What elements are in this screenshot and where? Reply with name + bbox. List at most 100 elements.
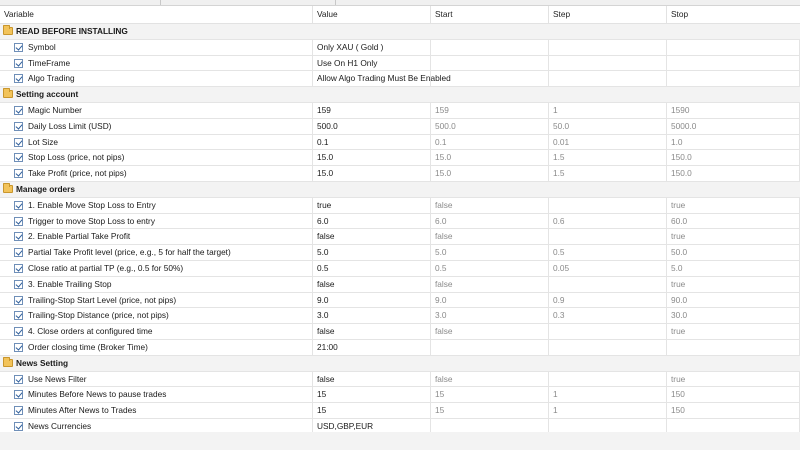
stop-cell[interactable]: 5000.0 [667,118,800,134]
checkbox-checked-icon[interactable] [14,105,23,115]
step-cell[interactable]: 0.05 [549,260,667,276]
stop-cell[interactable]: true [667,324,800,340]
step-cell[interactable] [549,197,667,213]
group-row[interactable]: Setting account [0,87,800,103]
checkbox-checked-icon[interactable] [14,74,23,84]
stop-cell[interactable]: 50.0 [667,245,800,261]
group-row[interactable]: READ BEFORE INSTALLING [0,24,800,40]
step-cell[interactable] [549,229,667,245]
checkbox-checked-icon[interactable] [14,121,23,131]
stop-cell[interactable]: true [667,197,800,213]
start-cell[interactable]: 3.0 [431,308,549,324]
start-cell[interactable]: false [431,197,549,213]
start-cell[interactable]: false [431,276,549,292]
value-cell[interactable]: 15 [313,403,431,419]
value-cell[interactable]: 500.0 [313,118,431,134]
step-cell[interactable]: 0.6 [549,213,667,229]
value-cell[interactable]: 15.0 [313,150,431,166]
value-cell[interactable]: Use On H1 Only [313,55,431,71]
value-cell[interactable]: 0.1 [313,134,431,150]
step-cell[interactable]: 50.0 [549,118,667,134]
parameter-row[interactable]: Take Profit (price, not pips) 15.0 15.0 1.5… [0,166,800,182]
stop-cell[interactable]: true [667,371,800,387]
stop-cell[interactable]: 90.0 [667,292,800,308]
parameter-row[interactable]: Minutes After News to Trades 15 15 1 150 [0,403,800,419]
checkbox-checked-icon[interactable] [14,311,23,321]
step-cell[interactable]: 0.5 [549,245,667,261]
column-header-step[interactable]: Step [549,6,667,23]
step-cell[interactable]: 1 [549,403,667,419]
checkbox-checked-icon[interactable] [14,279,23,289]
value-cell[interactable]: 5.0 [313,245,431,261]
start-cell[interactable]: 500.0 [431,118,549,134]
stop-cell[interactable] [667,339,800,355]
stop-cell[interactable] [667,39,800,55]
stop-cell[interactable]: true [667,229,800,245]
checkbox-checked-icon[interactable] [14,406,23,416]
step-cell[interactable] [549,324,667,340]
checkbox-checked-icon[interactable] [14,137,23,147]
parameter-row[interactable]: Trigger to move Stop Loss to entry 6.0 6.0… [0,213,800,230]
checkbox-checked-icon[interactable] [14,153,23,163]
checkbox-checked-icon[interactable] [14,169,23,179]
step-cell[interactable]: 0.3 [549,308,667,324]
parameter-row[interactable]: Stop Loss (price, not pips) 15.0 15.0 1.5 15… [0,150,800,167]
value-cell[interactable]: 15 [313,387,431,403]
step-cell[interactable] [549,371,667,387]
parameter-row[interactable]: 3. Enable Trailing Stop false false true [0,276,800,293]
step-cell[interactable]: 0.9 [549,292,667,308]
checkbox-checked-icon[interactable] [14,232,23,242]
checkbox-checked-icon[interactable] [14,327,23,337]
start-cell[interactable] [431,39,549,55]
stop-cell[interactable]: 30.0 [667,308,800,324]
stop-cell[interactable]: 150 [667,387,800,403]
start-cell[interactable]: 15.0 [431,150,549,166]
start-cell[interactable]: 0.5 [431,260,549,276]
start-cell[interactable]: 15.0 [431,166,549,182]
checkbox-checked-icon[interactable] [14,58,23,68]
value-cell[interactable]: 21:00 [313,339,431,355]
column-header-value[interactable]: Value [313,6,431,23]
stop-cell[interactable]: 150.0 [667,166,800,182]
stop-cell[interactable]: true [667,276,800,292]
value-cell[interactable]: 0.5 [313,260,431,276]
group-row[interactable]: Manage orders [0,181,800,198]
parameter-row[interactable]: Use News Filter false false true [0,371,800,388]
group-row[interactable]: News Setting [0,355,800,372]
parameter-row[interactable]: Trailing-Stop Start Level (price, not pi… [0,292,800,309]
start-cell[interactable]: 6.0 [431,213,549,229]
parameter-row[interactable]: 1. Enable Move Stop Loss to Entry true fal… [0,197,800,214]
column-header-stop[interactable]: Stop [667,6,800,23]
value-cell[interactable]: Allow Algo Trading Must Be Enabled [313,71,451,87]
parameter-row[interactable]: Daily Loss Limit (USD) 500.0 500.0 50.0 5000… [0,118,800,135]
stop-cell[interactable]: 150.0 [667,150,800,166]
parameter-row[interactable]: Close ratio at partial TP (e.g., 0.5 for… [0,260,800,277]
parameter-row[interactable]: Algo Trading Allow Algo Trading Must Be E… [0,71,800,88]
stop-cell[interactable] [667,71,800,87]
column-header-variable[interactable]: Variable [0,6,313,23]
step-cell[interactable] [549,55,667,71]
parameter-row[interactable]: 2. Enable Partial Take Profit false false t… [0,229,800,246]
stop-cell[interactable]: 1590 [667,102,800,118]
value-cell[interactable]: false [313,324,431,340]
value-cell[interactable]: false [313,371,431,387]
start-cell[interactable]: 15 [431,403,549,419]
start-cell[interactable]: false [431,229,549,245]
checkbox-checked-icon[interactable] [14,390,23,400]
step-cell[interactable]: 0.01 [549,134,667,150]
parameter-row[interactable]: Symbol Only XAU ( Gold ) [0,39,800,56]
value-cell[interactable]: false [313,276,431,292]
parameter-row[interactable]: Partial Take Profit level (price, e.g., … [0,245,800,261]
value-cell[interactable]: false [313,229,431,245]
stop-cell[interactable]: 5.0 [667,260,800,276]
parameter-row[interactable]: Magic Number 159 159 1 1590 [0,102,800,119]
parameter-row[interactable]: Order closing time (Broker Time) 21:00 [0,339,800,356]
parameter-row[interactable]: Trailing-Stop Distance (price, not pips)… [0,308,800,325]
checkbox-checked-icon[interactable] [14,295,23,305]
step-cell[interactable]: 1 [549,387,667,403]
step-cell[interactable]: 1.5 [549,150,667,166]
step-cell[interactable] [549,71,667,87]
checkbox-checked-icon[interactable] [14,342,23,352]
value-cell[interactable]: 6.0 [313,213,431,229]
column-header-start[interactable]: Start [431,6,549,23]
